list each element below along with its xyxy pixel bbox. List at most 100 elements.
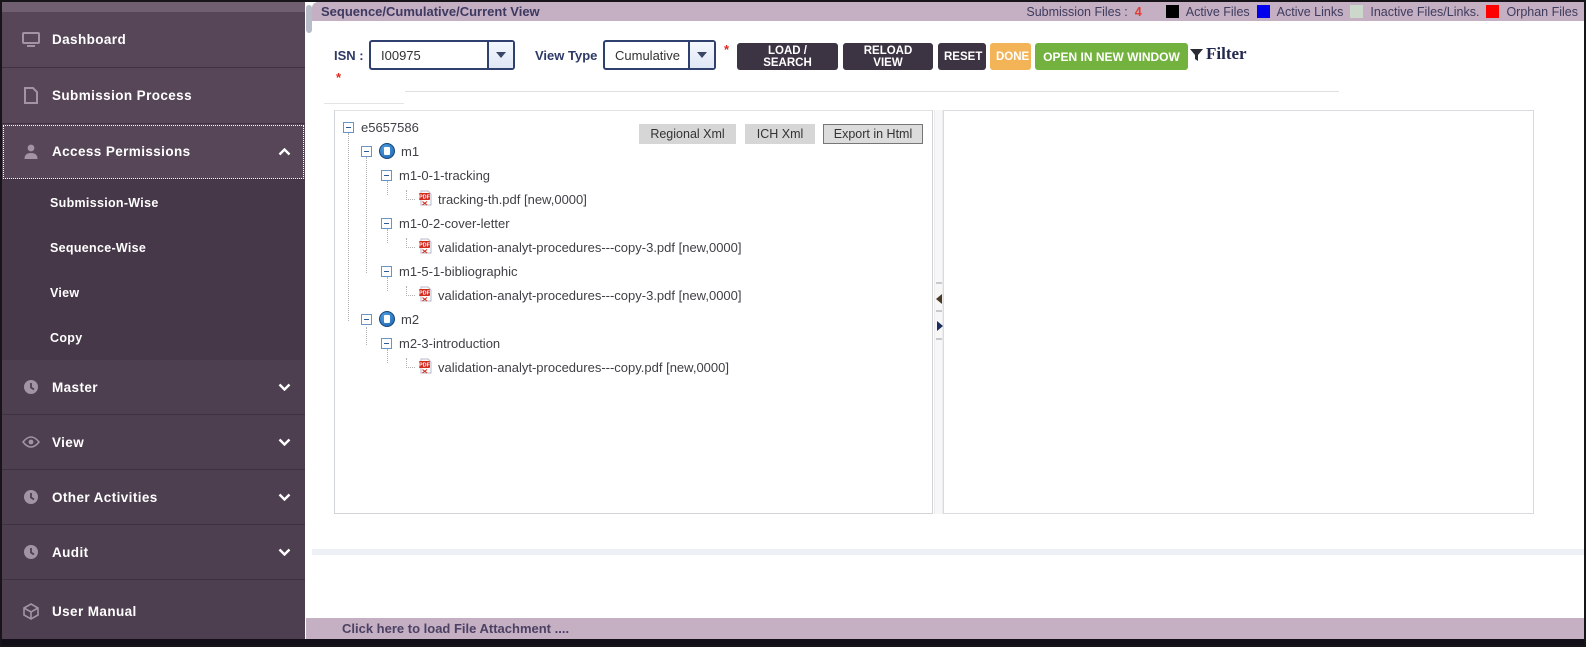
clock-icon: [22, 488, 40, 506]
legend-label: Inactive Files/Links.: [1370, 5, 1479, 19]
submission-files-label: Submission Files :: [1026, 5, 1127, 19]
collapse-icon[interactable]: [381, 338, 392, 349]
splitter-collapse-left-icon[interactable]: [936, 294, 942, 304]
svg-text:PDF: PDF: [419, 242, 431, 248]
cube-icon: [22, 602, 40, 620]
subitem-label: View: [50, 286, 79, 300]
chevron-down-icon: [278, 378, 291, 396]
section-divider-band: [312, 549, 1584, 555]
tree-node-file[interactable]: PDF tracking-th.pdf [new,0000]: [335, 187, 932, 211]
splitter-tick: [936, 282, 942, 284]
svg-text:PDF: PDF: [419, 194, 431, 200]
tree-node-label: tracking-th.pdf [new,0000]: [438, 192, 587, 207]
sidebar-item-audit[interactable]: Audit: [2, 525, 305, 580]
sidebar-item-master[interactable]: Master: [2, 360, 305, 415]
legend-label: Active Links: [1277, 5, 1344, 19]
tree-connector-corner: [406, 358, 415, 368]
page-header: Sequence/Cumulative/Current View Submiss…: [312, 2, 1584, 21]
pdf-file-icon: PDF: [418, 358, 433, 377]
sidebar-item-label: Access Permissions: [52, 144, 191, 159]
sidebar-subitem-view[interactable]: View: [2, 270, 305, 315]
open-in-new-window-button[interactable]: OPEN IN NEW WINDOW: [1035, 43, 1188, 70]
file-status-legend: Submission Files : 4 Active Files Active …: [1026, 2, 1578, 21]
submission-tree: e5657586 m1 m1-0-1-tracking PDF tra: [335, 115, 932, 379]
subitem-label: Copy: [50, 331, 82, 345]
filter-button[interactable]: Filter: [1189, 44, 1247, 64]
tree-node-sequence[interactable]: e5657586: [335, 115, 932, 139]
sidebar-item-label: Master: [52, 380, 98, 395]
svg-text:PDF: PDF: [419, 362, 431, 368]
collapse-icon[interactable]: [381, 266, 392, 277]
required-marker: *: [336, 70, 341, 85]
tree-node-label: e5657586: [361, 120, 419, 135]
sidebar-item-user-manual[interactable]: User Manual: [2, 580, 305, 642]
reload-view-button[interactable]: RELOAD VIEW: [843, 43, 933, 70]
subitem-label: Submission-Wise: [50, 196, 159, 210]
splitter-tick: [936, 310, 942, 312]
user-icon: [22, 143, 40, 161]
tree-connector-corner: [406, 238, 415, 248]
clock-icon: [22, 378, 40, 396]
sidebar-item-other-activities[interactable]: Other Activities: [2, 470, 305, 525]
sidebar-item-label: Other Activities: [52, 490, 158, 505]
sidebar-item-access-permissions[interactable]: Access Permissions: [2, 124, 305, 180]
sidebar-item-dashboard[interactable]: Dashboard: [2, 12, 305, 68]
application-window: Dashboard Submission Process Access Perm…: [0, 0, 1586, 647]
tree-node-label: validation-analyt-procedures---copy-3.pd…: [438, 240, 742, 255]
chevron-down-icon: [278, 433, 291, 451]
tree-node-module[interactable]: m1: [335, 139, 932, 163]
eye-icon: [22, 433, 40, 451]
isn-select-value: I00975: [371, 48, 487, 63]
toolbar-divider: [405, 91, 1339, 92]
file-attachment-bar[interactable]: Click here to load File Attachment ....: [306, 618, 1584, 640]
reset-button[interactable]: RESET: [938, 43, 986, 70]
panel-top-line: [324, 103, 404, 104]
monitor-icon: [22, 31, 40, 49]
detail-panel: [943, 110, 1534, 514]
view-type-select[interactable]: Cumulative: [603, 40, 716, 70]
clock-icon: [22, 543, 40, 561]
scrollbar-thumb[interactable]: [306, 5, 312, 33]
pdf-file-icon: PDF: [418, 190, 433, 209]
done-button[interactable]: DONE: [990, 43, 1031, 70]
tree-node-section[interactable]: m1-5-1-bibliographic: [335, 259, 932, 283]
sidebar-subitem-submission-wise[interactable]: Submission-Wise: [2, 180, 305, 225]
svg-text:PDF: PDF: [419, 290, 431, 296]
tree-node-label: m2-3-introduction: [399, 336, 500, 351]
sidebar-item-label: Submission Process: [52, 88, 192, 103]
collapse-icon[interactable]: [343, 122, 354, 133]
chevron-down-icon: [278, 543, 291, 561]
collapse-icon[interactable]: [381, 218, 392, 229]
sidebar-item-view[interactable]: View: [2, 415, 305, 470]
orphan-files-swatch: [1486, 5, 1499, 18]
tree-node-module[interactable]: m2: [335, 307, 932, 331]
tree-node-file[interactable]: PDF validation-analyt-procedures---copy-…: [335, 235, 932, 259]
sidebar-item-submission-process[interactable]: Submission Process: [2, 68, 305, 124]
isn-label: ISN :: [334, 48, 364, 63]
tree-node-section[interactable]: m2-3-introduction: [335, 331, 932, 355]
legend-label: Active Files: [1186, 5, 1250, 19]
load-search-button[interactable]: LOAD / SEARCH: [737, 43, 838, 70]
pdf-file-icon: PDF: [418, 238, 433, 257]
tree-node-file[interactable]: PDF validation-analyt-procedures---copy-…: [335, 283, 932, 307]
panel-splitter[interactable]: [934, 110, 943, 514]
submission-files-count: 4: [1135, 5, 1142, 19]
filter-label: Filter: [1206, 44, 1247, 64]
sidebar-subitem-sequence-wise[interactable]: Sequence-Wise: [2, 225, 305, 270]
collapse-icon[interactable]: [361, 146, 372, 157]
subitem-label: Sequence-Wise: [50, 241, 146, 255]
tree-node-section[interactable]: m1-0-1-tracking: [335, 163, 932, 187]
active-files-swatch: [1166, 5, 1179, 18]
sidebar-subitem-copy[interactable]: Copy: [2, 315, 305, 360]
isn-select[interactable]: I00975: [369, 40, 515, 70]
tree-node-file[interactable]: PDF validation-analyt-procedures---copy.…: [335, 355, 932, 379]
collapse-icon[interactable]: [381, 170, 392, 181]
dropdown-arrow-icon[interactable]: [688, 42, 714, 68]
tree-node-section[interactable]: m1-0-2-cover-letter: [335, 211, 932, 235]
sidebar-item-label: Dashboard: [52, 32, 126, 47]
collapse-icon[interactable]: [361, 314, 372, 325]
view-type-label: View Type: [535, 48, 597, 63]
filter-funnel-icon: [1189, 47, 1204, 62]
splitter-tick: [936, 338, 942, 340]
dropdown-arrow-icon[interactable]: [487, 42, 513, 68]
